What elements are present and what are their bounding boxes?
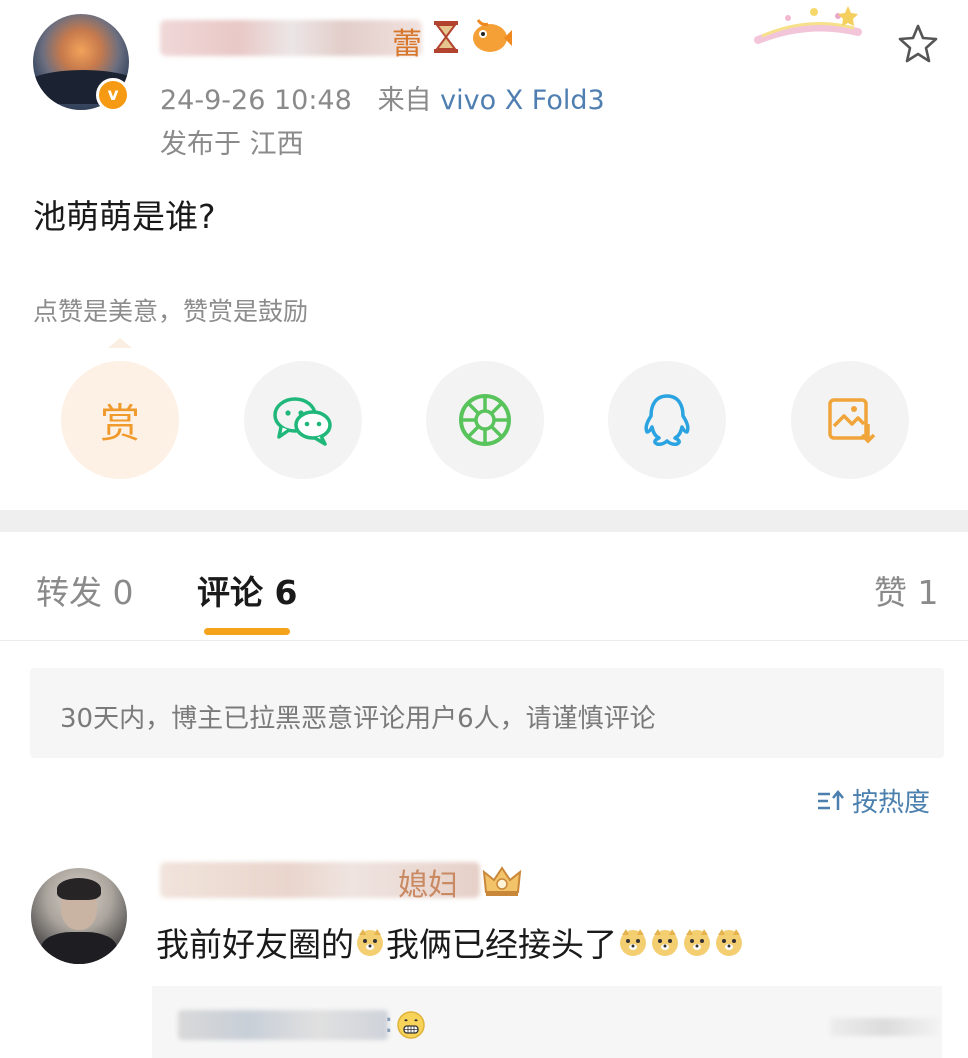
- save-image-button[interactable]: [791, 361, 909, 479]
- post-device-link[interactable]: vivo X Fold3: [440, 85, 605, 116]
- active-tab-indicator: [204, 628, 290, 635]
- decoration-badge-icon: [754, 6, 862, 44]
- sort-button[interactable]: 按热度: [816, 782, 930, 819]
- tab-comments[interactable]: 评论 6: [197, 566, 297, 614]
- crown-badge-icon: [482, 866, 522, 896]
- reply-text-faded: [830, 1018, 940, 1036]
- reply-colon: :: [384, 1006, 394, 1039]
- post-time: 24-9-26 10:48: [160, 85, 352, 116]
- grin-emoji-icon: [397, 1011, 425, 1039]
- comment-text-part2: 我俩已经接头了: [386, 925, 617, 964]
- sort-icon: [818, 789, 844, 810]
- post-source-label: 来自: [377, 85, 432, 116]
- fish-emoji-icon: [473, 19, 512, 52]
- qq-icon: [644, 394, 690, 446]
- commenter-name-visible[interactable]: 媳妇: [398, 860, 458, 904]
- sort-label: 按热度: [852, 788, 931, 818]
- author-name-visible[interactable]: 蕾: [392, 19, 422, 63]
- comment-text: 我前好友圈的 我俩已经接头了: [156, 918, 745, 966]
- doge-emoji-icon: [716, 929, 742, 956]
- moments-icon: [459, 394, 511, 446]
- tab-repost[interactable]: 转发 0: [36, 566, 134, 614]
- save-image-icon: [828, 398, 876, 444]
- reward-icon: 赏: [100, 401, 140, 447]
- doge-emoji-icon: [684, 929, 710, 956]
- post-text: 池萌萌是谁?: [33, 197, 216, 236]
- reply-author-blurred[interactable]: [178, 1010, 388, 1040]
- doge-emoji-icon: [357, 929, 383, 956]
- tab-likes[interactable]: 赞 1: [874, 566, 939, 614]
- favorite-star-icon[interactable]: [896, 22, 940, 66]
- doge-emoji-icon: [620, 929, 646, 956]
- reward-hint-pointer: [108, 338, 132, 348]
- hourglass-icon: [434, 21, 458, 53]
- comment-notice-text: 30天内，博主已拉黑恶意评论用户6人，请谨慎评论: [60, 704, 656, 734]
- comment-text-part1: 我前好友圈的: [156, 925, 354, 964]
- share-qq-button[interactable]: [608, 361, 726, 479]
- post-meta: 24-9-26 10:48 来自 vivo X Fold3: [160, 78, 605, 117]
- reward-hint-text: 点赞是美意，赞赏是鼓励: [33, 297, 309, 326]
- section-divider: [0, 510, 968, 532]
- doge-emoji-icon: [652, 929, 678, 956]
- post-location: 发布于 江西: [160, 129, 304, 160]
- reward-button[interactable]: 赏: [61, 361, 179, 479]
- author-name-blurred[interactable]: [160, 20, 422, 56]
- tab-bar-divider: [0, 640, 968, 641]
- share-wechat-button[interactable]: [244, 361, 362, 479]
- verified-badge-icon: v: [96, 78, 130, 112]
- wechat-icon: [273, 397, 332, 446]
- share-moments-button[interactable]: [426, 361, 544, 479]
- commenter-avatar[interactable]: [31, 868, 127, 964]
